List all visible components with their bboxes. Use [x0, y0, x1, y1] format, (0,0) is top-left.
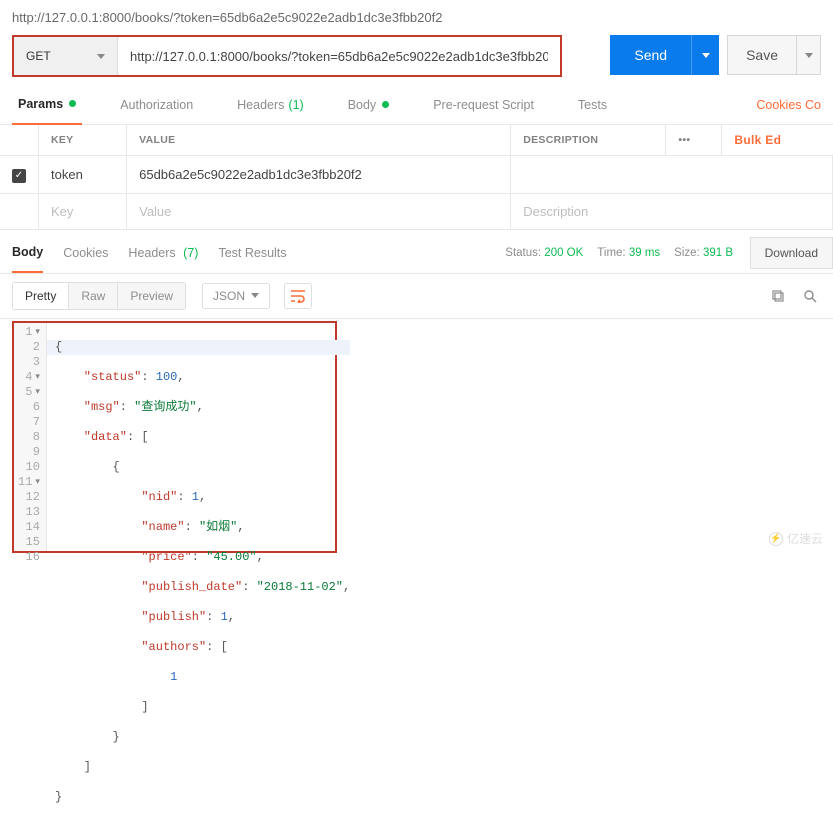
- checkbox-icon[interactable]: ✓: [12, 169, 26, 183]
- chevron-down-icon: [251, 293, 259, 298]
- chevron-down-icon: [805, 53, 813, 58]
- params-indicator-dot: [69, 100, 76, 107]
- search-icon[interactable]: [799, 285, 821, 307]
- table-row: ✓ token 65db6a2e5c9022e2adb1dc3e3fbb20f2: [0, 156, 833, 194]
- view-raw[interactable]: Raw: [69, 283, 118, 309]
- chevron-down-icon: [702, 53, 710, 58]
- tab-authorization[interactable]: Authorization: [114, 85, 199, 125]
- param-value[interactable]: 65db6a2e5c9022e2adb1dc3e3fbb20f2: [127, 156, 511, 194]
- resp-tab-test-results[interactable]: Test Results: [218, 233, 286, 273]
- col-description: DESCRIPTION: [511, 125, 666, 156]
- http-method-select[interactable]: GET: [14, 37, 118, 75]
- wrap-lines-icon[interactable]: [284, 283, 312, 309]
- params-table: KEY VALUE DESCRIPTION ••• Bulk Ed ✓ toke…: [0, 125, 833, 230]
- http-method-label: GET: [26, 49, 51, 63]
- request-bar: GET: [12, 35, 562, 77]
- tab-prerequest[interactable]: Pre-request Script: [427, 85, 540, 125]
- bulk-edit-link[interactable]: Bulk Ed: [734, 133, 781, 147]
- size-meta: Size: 391 B: [674, 247, 733, 259]
- view-preview[interactable]: Preview: [118, 283, 185, 309]
- watermark: ⚡亿速云: [769, 530, 823, 547]
- table-row-new: Key Value Description: [0, 193, 833, 229]
- param-desc[interactable]: [511, 156, 833, 194]
- save-button[interactable]: Save: [728, 36, 796, 74]
- response-body-code: 1▾234▾5▾67891011▾1213141516 { "status": …: [12, 321, 337, 553]
- param-value-placeholder[interactable]: Value: [127, 193, 511, 229]
- chevron-down-icon: [97, 54, 105, 59]
- status-meta: Status: 200 OK: [505, 247, 583, 259]
- col-key: KEY: [39, 125, 127, 156]
- tab-headers[interactable]: Headers(1): [231, 85, 310, 125]
- line-gutter: 1▾234▾5▾67891011▾1213141516: [14, 323, 47, 551]
- resp-tab-body[interactable]: Body: [12, 233, 43, 273]
- save-dropdown[interactable]: [796, 36, 820, 74]
- tab-title: http://127.0.0.1:8000/books/?token=65db6…: [12, 10, 821, 25]
- param-desc-placeholder[interactable]: Description: [511, 193, 833, 229]
- tab-tests[interactable]: Tests: [572, 85, 613, 125]
- url-input[interactable]: [118, 37, 560, 75]
- col-more[interactable]: •••: [666, 125, 722, 156]
- param-key[interactable]: token: [39, 156, 127, 194]
- send-button[interactable]: Send: [610, 35, 691, 75]
- download-button[interactable]: Download: [750, 237, 833, 269]
- view-pretty[interactable]: Pretty: [13, 283, 69, 309]
- body-indicator-dot: [382, 101, 389, 108]
- send-dropdown[interactable]: [691, 35, 719, 75]
- resp-tab-cookies[interactable]: Cookies: [63, 233, 108, 273]
- cookies-link[interactable]: Cookies Co: [756, 98, 821, 112]
- tab-body[interactable]: Body: [342, 85, 396, 125]
- code-text[interactable]: { "status": 100, "msg": "查询成功", "data": …: [47, 323, 358, 551]
- language-select[interactable]: JSON: [202, 283, 270, 309]
- tab-params[interactable]: Params: [12, 85, 82, 125]
- copy-icon[interactable]: [767, 285, 789, 307]
- param-key-placeholder[interactable]: Key: [39, 193, 127, 229]
- resp-tab-headers[interactable]: Headers (7): [128, 233, 198, 273]
- time-meta: Time: 39 ms: [597, 247, 660, 259]
- col-value: VALUE: [127, 125, 511, 156]
